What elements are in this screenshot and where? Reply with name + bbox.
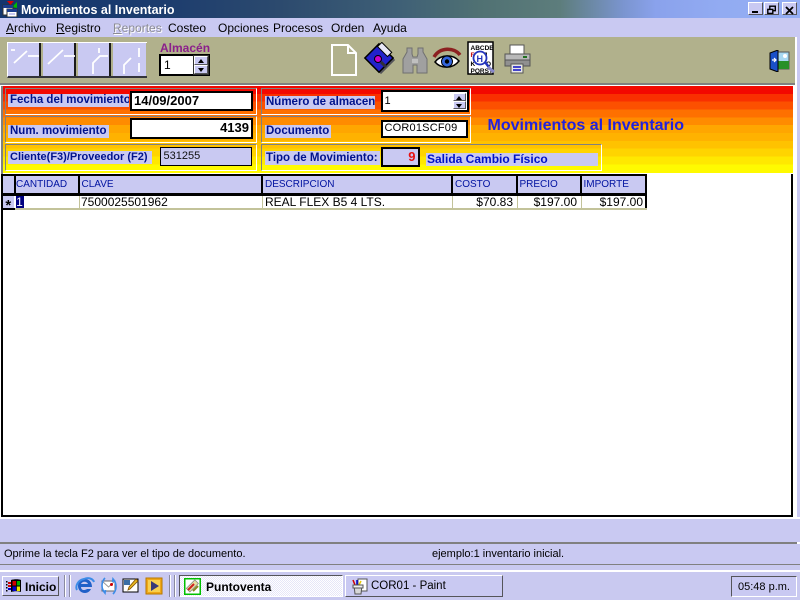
svg-text:ABCDE: ABCDE (471, 45, 495, 52)
svg-text:H: H (477, 54, 484, 64)
